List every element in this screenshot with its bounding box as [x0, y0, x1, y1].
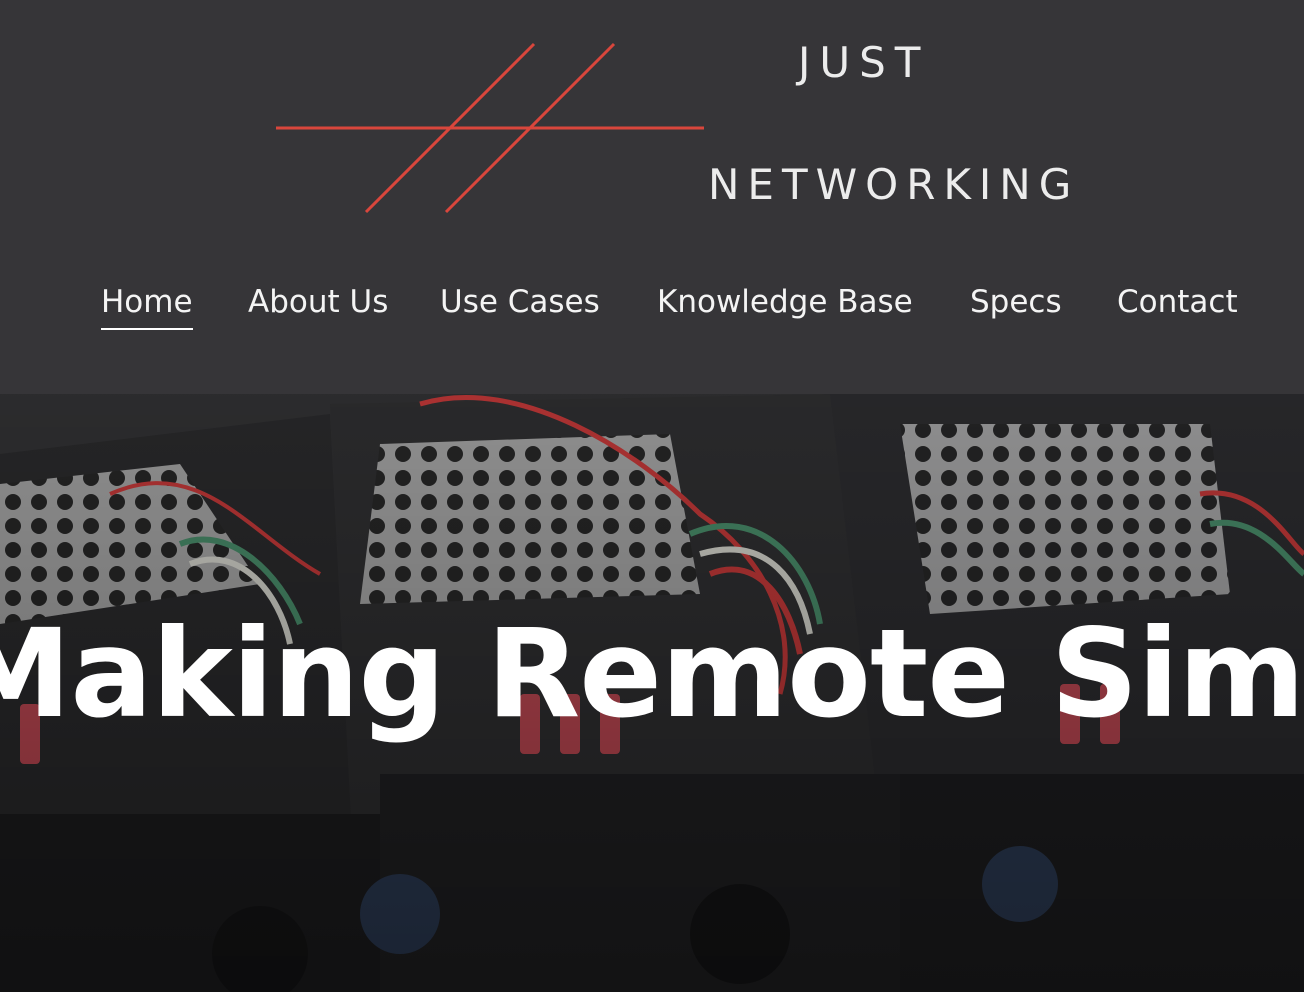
- nav-item-about-us[interactable]: About Us: [248, 280, 388, 324]
- nav-item-specs[interactable]: Specs: [970, 280, 1062, 324]
- nav-item-knowledge-base[interactable]: Knowledge Base: [657, 280, 913, 324]
- hash-mark-icon: [276, 42, 704, 214]
- nav-item-home[interactable]: Home: [101, 280, 193, 330]
- nav-item-contact[interactable]: Contact: [1117, 280, 1238, 324]
- nav-item-use-cases[interactable]: Use Cases: [440, 280, 600, 324]
- hero-title: Making Remote Simple: [0, 603, 1304, 745]
- site-logo[interactable]: JUST NETWORKING: [270, 36, 1090, 221]
- hero-banner: Making Remote Simple: [0, 394, 1304, 992]
- logo-text-networking: NETWORKING: [708, 160, 1080, 209]
- main-nav: Home About Us Use Cases Knowledge Base S…: [0, 280, 1304, 330]
- site-header: JUST NETWORKING Home About Us Use Cases …: [0, 0, 1304, 394]
- logo-text-just: JUST: [798, 38, 930, 87]
